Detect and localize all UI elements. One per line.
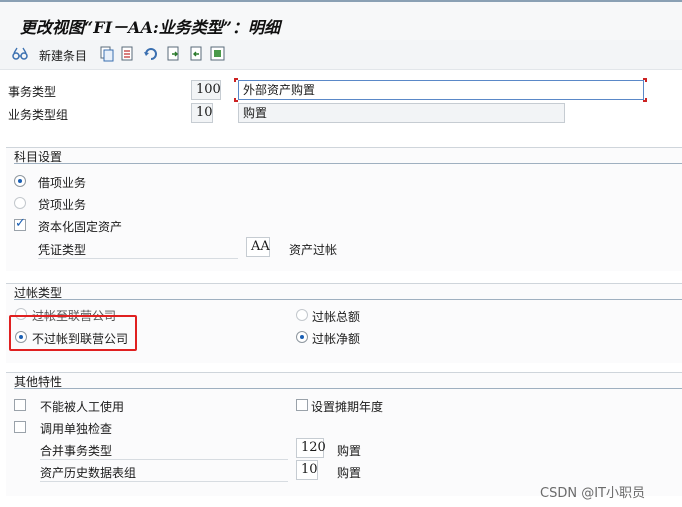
- history-field[interactable]: 10: [296, 460, 318, 480]
- capitalize-label: 资本化固定资产: [38, 220, 123, 234]
- manual-checkbox[interactable]: [14, 399, 26, 411]
- separate-check-checkbox[interactable]: [14, 421, 26, 433]
- capitalize-checkbox[interactable]: [14, 216, 26, 231]
- group-title: 其他特性: [14, 373, 682, 389]
- doc-type-desc: 资产过帐: [289, 243, 338, 257]
- trans-type-label: 事务类型: [8, 85, 57, 99]
- doc-type-label: 凭证类型: [38, 243, 87, 257]
- group-title: 科目设置: [14, 148, 682, 164]
- gross-radio[interactable]: [296, 309, 308, 321]
- net-label: 过帐净额: [312, 332, 361, 346]
- deselect-icon[interactable]: [189, 46, 205, 62]
- account-settings-group: 科目设置: [6, 147, 682, 271]
- group-field: 10: [191, 103, 213, 123]
- group-desc-field: 购置: [238, 103, 565, 123]
- fiscal-year-checkbox[interactable]: [296, 399, 308, 411]
- row-underline: [40, 459, 288, 460]
- trans-type-desc-input[interactable]: 外部资产购置: [238, 80, 644, 100]
- focus-corner: [643, 98, 647, 102]
- row-underline: [38, 258, 238, 259]
- new-entries-button[interactable]: 新建条目: [39, 47, 87, 64]
- separate-check-label: 调用单独检查: [40, 422, 113, 436]
- focus-corner: [234, 78, 238, 82]
- copy-icon[interactable]: [99, 46, 115, 62]
- watermark: CSDN @IT小职员: [540, 486, 645, 501]
- glasses-icon[interactable]: [12, 46, 28, 62]
- credit-radio[interactable]: [14, 197, 26, 209]
- debit-label: 借项业务: [38, 176, 87, 190]
- delete-icon[interactable]: [120, 46, 136, 62]
- row-underline: [40, 481, 288, 482]
- doc-type-field[interactable]: AA: [246, 237, 270, 257]
- title-bar: 更改视图“FI－AA:业务类型”：明细: [0, 0, 682, 40]
- consolidation-desc: 购置: [337, 444, 362, 458]
- group-label: 业务类型组: [8, 108, 69, 122]
- net-radio[interactable]: [296, 331, 308, 343]
- fiscal-year-label: 设置摊期年度: [311, 400, 384, 414]
- trans-type-field: 100: [191, 80, 221, 100]
- block-icon[interactable]: [210, 46, 226, 62]
- focus-corner: [643, 78, 647, 82]
- history-desc: 购置: [337, 466, 362, 480]
- manual-label: 不能被人工使用: [40, 400, 125, 414]
- history-label: 资产历史数据表组: [40, 466, 137, 480]
- debit-radio[interactable]: [14, 175, 26, 187]
- undo-icon[interactable]: [143, 46, 159, 62]
- page-title: 更改视图“FI－AA:业务类型”：明细: [20, 18, 280, 37]
- select-all-icon[interactable]: [166, 46, 182, 62]
- focus-corner: [234, 98, 238, 102]
- toolbar: 新建条目: [0, 40, 682, 70]
- gross-label: 过帐总额: [312, 310, 361, 324]
- consolidation-field[interactable]: 120: [296, 438, 326, 458]
- consolidation-label: 合并事务类型: [40, 444, 113, 458]
- highlight-box: [9, 315, 137, 351]
- group-title: 过帐类型: [14, 284, 682, 300]
- credit-label: 贷项业务: [38, 198, 87, 212]
